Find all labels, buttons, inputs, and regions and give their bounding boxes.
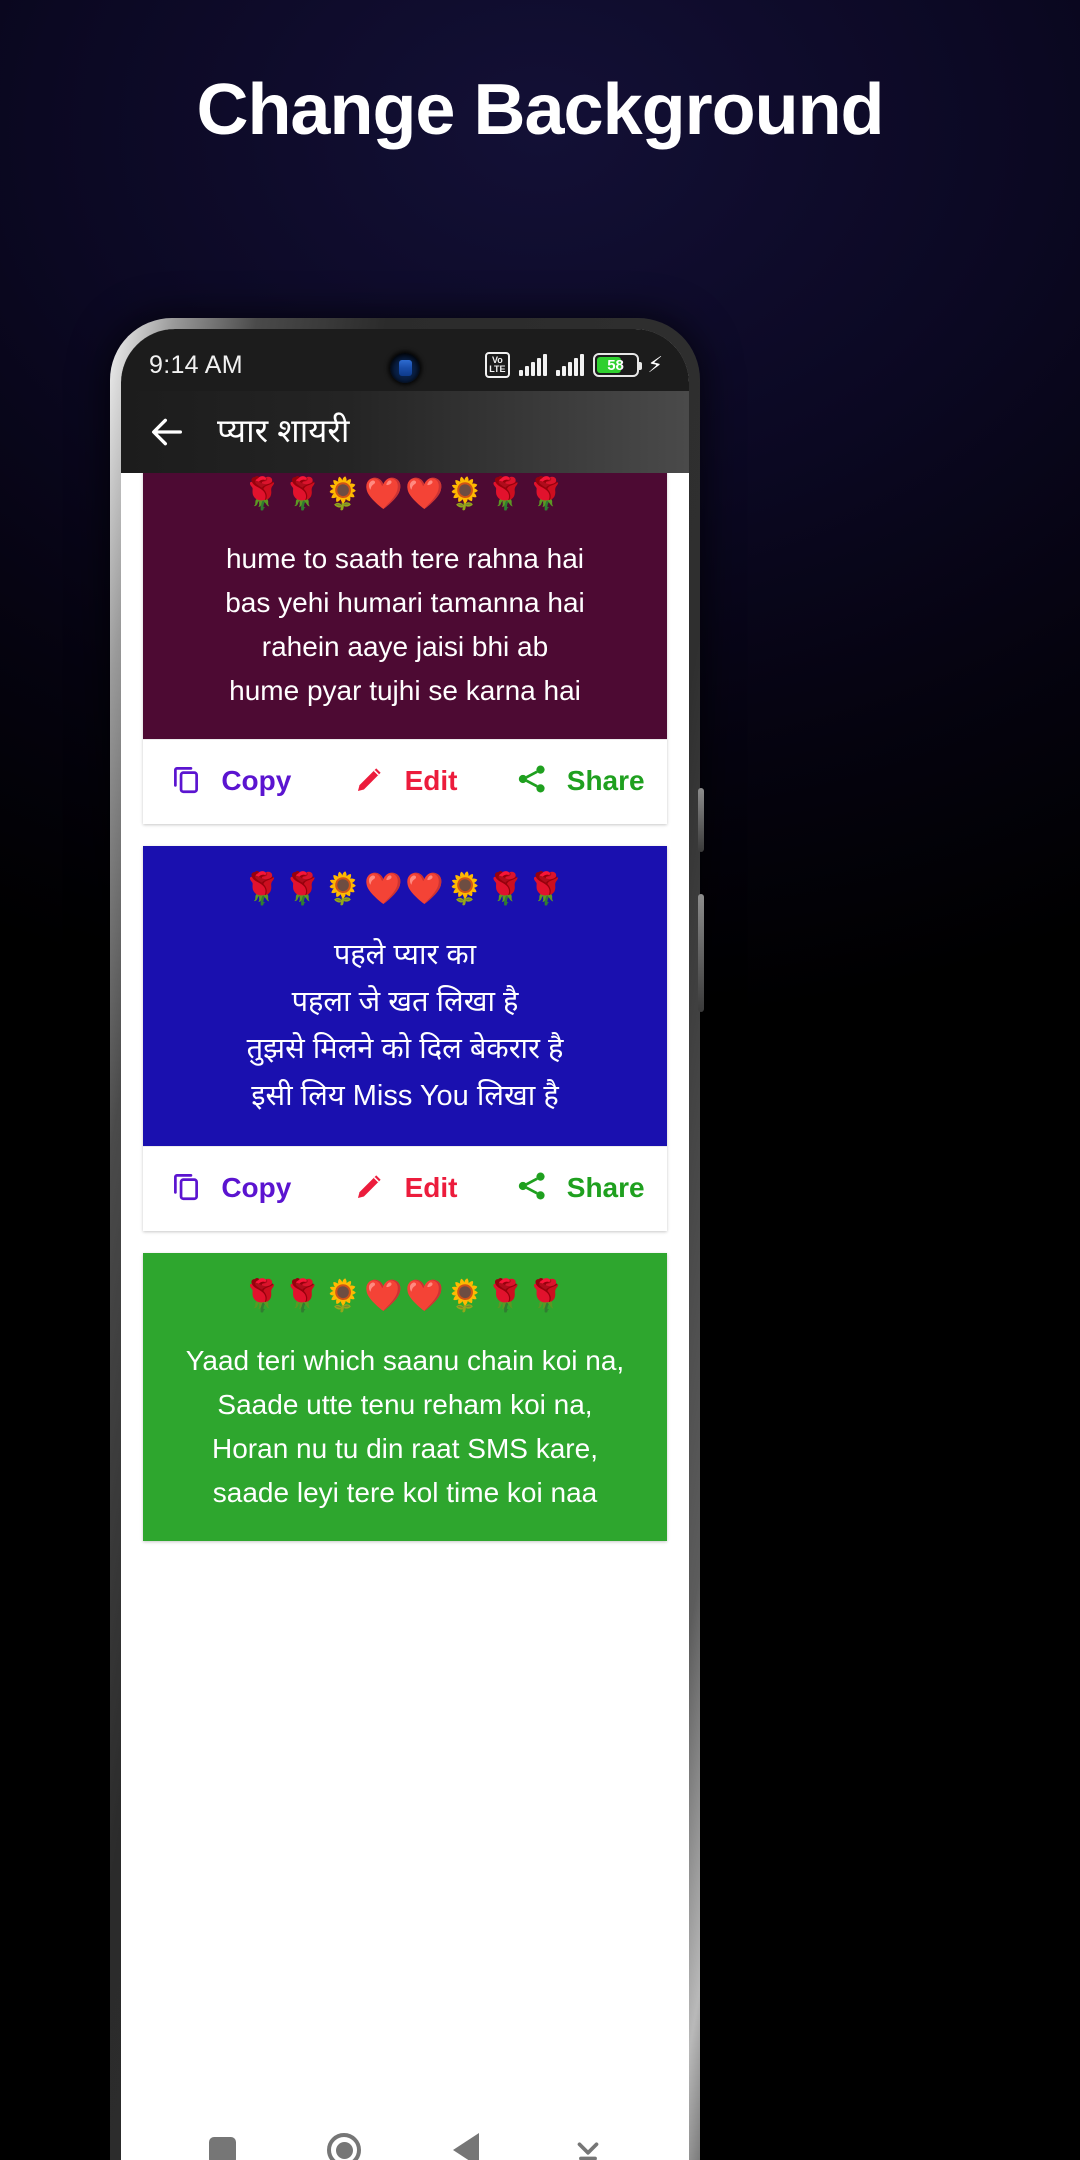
power-button[interactable] bbox=[698, 788, 704, 852]
status-bar-clock: 9:14 AM bbox=[149, 350, 243, 379]
copy-icon bbox=[169, 1169, 203, 1210]
copy-button-label: Copy bbox=[221, 764, 292, 796]
shayari-list[interactable]: 🌹🌹🌻❤️❤️🌻🌹🌹 hume to saath tere rahna hai … bbox=[121, 473, 689, 2112]
share-icon bbox=[515, 762, 549, 803]
shayari-card: 🌹🌹🌻❤️❤️🌻🌹🌹 पहले प्यार का पहला जे खत लिखा… bbox=[143, 846, 667, 1231]
pencil-icon bbox=[353, 762, 387, 803]
triangle-icon bbox=[453, 2133, 479, 2160]
decoration-emoji-row: 🌹🌹🌻❤️❤️🌻🌹🌹 bbox=[242, 871, 568, 907]
front-camera-punch-hole bbox=[390, 353, 420, 383]
promo-page: Change Background 9:14 AM Vo LTE 58 ⚡ प्… bbox=[0, 0, 1080, 2160]
decoration-emoji-row: 🌹🌹🌻❤️❤️🌻🌹🌹 bbox=[242, 1278, 568, 1314]
status-bar: 9:14 AM Vo LTE 58 ⚡ bbox=[121, 329, 689, 391]
shayari-text: Yaad teri which saanu chain koi na, Saad… bbox=[185, 1345, 625, 1508]
signal-bars-sim2-icon bbox=[555, 354, 584, 376]
share-button[interactable]: Share bbox=[492, 1169, 667, 1210]
status-bar-icons: Vo LTE 58 ⚡ bbox=[485, 342, 663, 378]
edit-button[interactable]: Edit bbox=[318, 1169, 493, 1210]
phone-screen: 9:14 AM Vo LTE 58 ⚡ प्यार शायरी 🌹🌹🌻❤️❤️🌻… bbox=[121, 329, 689, 2160]
share-button-label: Share bbox=[566, 764, 645, 796]
chevron-down-icon bbox=[577, 2142, 599, 2160]
card-action-bar: Copy Edit Share bbox=[143, 1146, 667, 1231]
toolbar-title: प्यार शायरी bbox=[217, 411, 350, 449]
shayari-text: hume to saath tere rahna hai bas yehi hu… bbox=[225, 543, 585, 706]
card-action-bar: Copy Edit Share bbox=[143, 739, 667, 824]
copy-icon bbox=[169, 762, 203, 803]
signal-bars-sim1-icon bbox=[518, 354, 547, 376]
shayari-quote-block: 🌹🌹🌻❤️❤️🌻🌹🌹 hume to saath tere rahna hai … bbox=[143, 473, 667, 739]
volume-button[interactable] bbox=[698, 894, 704, 1012]
phone-bezel: 9:14 AM Vo LTE 58 ⚡ प्यार शायरी 🌹🌹🌻❤️❤️🌻… bbox=[121, 329, 689, 2160]
copy-button[interactable]: Copy bbox=[143, 1169, 318, 1210]
back-button[interactable] bbox=[431, 2122, 501, 2160]
phone-device-frame: 9:14 AM Vo LTE 58 ⚡ प्यार शायरी 🌹🌹🌻❤️❤️🌻… bbox=[110, 318, 704, 2160]
shayari-text: पहले प्यार का पहला जे खत लिखा है तुझसे म… bbox=[246, 939, 564, 1112]
shayari-quote-block: 🌹🌹🌻❤️❤️🌻🌹🌹 पहले प्यार का पहला जे खत लिखा… bbox=[143, 846, 667, 1146]
volte-icon: Vo LTE bbox=[485, 352, 510, 378]
hide-keyboard-button[interactable] bbox=[553, 2122, 623, 2160]
recents-button[interactable] bbox=[187, 2122, 257, 2160]
app-toolbar: प्यार शायरी bbox=[121, 391, 689, 473]
edit-button[interactable]: Edit bbox=[318, 762, 493, 803]
volte-icon-line2: LTE bbox=[489, 364, 506, 374]
share-button[interactable]: Share bbox=[492, 762, 667, 803]
battery-icon: 58 bbox=[592, 353, 642, 377]
battery-level-label: 58 bbox=[607, 356, 624, 374]
share-button-label: Share bbox=[566, 1171, 645, 1203]
edit-button-label: Edit bbox=[404, 1171, 458, 1203]
shayari-quote-block: 🌹🌹🌻❤️❤️🌻🌹🌹 Yaad teri which saanu chain k… bbox=[143, 1253, 667, 1541]
copy-button[interactable]: Copy bbox=[143, 762, 318, 803]
home-button[interactable] bbox=[309, 2122, 379, 2160]
shayari-card: 🌹🌹🌻❤️❤️🌻🌹🌹 Yaad teri which saanu chain k… bbox=[143, 1253, 667, 1541]
charging-bolt-icon: ⚡ bbox=[647, 352, 663, 377]
android-navigation-bar bbox=[121, 2112, 689, 2160]
edit-button-label: Edit bbox=[404, 764, 458, 796]
copy-button-label: Copy bbox=[221, 1171, 292, 1203]
share-icon bbox=[515, 1169, 549, 1210]
decoration-emoji-row: 🌹🌹🌻❤️❤️🌻🌹🌹 bbox=[242, 476, 568, 512]
back-arrow-icon[interactable] bbox=[145, 410, 189, 454]
shayari-card: 🌹🌹🌻❤️❤️🌻🌹🌹 hume to saath tere rahna hai … bbox=[143, 473, 667, 824]
page-title: Change Background bbox=[196, 70, 884, 150]
square-icon bbox=[208, 2136, 236, 2160]
circle-icon bbox=[327, 2133, 361, 2160]
pencil-icon bbox=[353, 1169, 387, 1210]
